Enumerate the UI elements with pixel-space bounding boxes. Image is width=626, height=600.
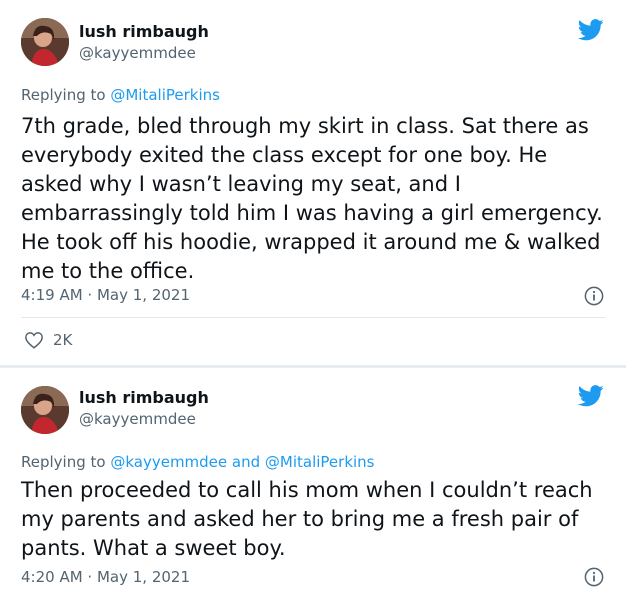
author-name[interactable]: lush rimbaugh (79, 22, 209, 41)
tweet-timestamp[interactable]: 4:19 AM · May 1, 2021 (21, 286, 190, 304)
mention-link[interactable]: @MitaliPerkins (110, 86, 220, 104)
reply-prefix: Replying to (21, 86, 111, 104)
author-name[interactable]: lush rimbaugh (79, 388, 209, 407)
meta-separator: · (82, 568, 97, 586)
avatar[interactable] (21, 386, 69, 434)
tweet-timestamp[interactable]: 4:20 AM · May 1, 2021 (21, 568, 190, 586)
tweet-card[interactable]: lush rimbaugh @kayyemmdee Replying to @M… (0, 0, 626, 365)
info-icon[interactable] (584, 567, 604, 587)
avatar[interactable] (21, 18, 69, 66)
mention-link[interactable]: @kayyemmdee and @MitaliPerkins (110, 453, 374, 471)
twitter-bird-icon[interactable] (578, 385, 604, 407)
heart-icon (25, 332, 43, 349)
like-button[interactable]: 2K (24, 330, 72, 350)
tweet-date: May 1, 2021 (96, 286, 191, 304)
tweet-text: 7th grade, bled through my skirt in clas… (21, 114, 603, 283)
tweet-card[interactable]: lush rimbaugh @kayyemmdee Replying to @k… (0, 368, 626, 600)
divider (21, 317, 605, 318)
tweet-text: Then proceeded to call his mom when I co… (21, 478, 593, 560)
meta-separator: · (82, 286, 97, 304)
tweet-time: 4:19 AM (21, 286, 83, 304)
reply-prefix: Replying to (21, 453, 111, 471)
author-handle[interactable]: @kayyemmdee (79, 410, 196, 428)
reply-context: Replying to @kayyemmdee and @MitaliPerki… (21, 453, 375, 471)
twitter-bird-icon[interactable] (578, 19, 604, 41)
info-icon[interactable] (584, 286, 604, 306)
like-count: 2K (53, 331, 73, 349)
reply-context: Replying to @MitaliPerkins (21, 86, 220, 104)
author-handle[interactable]: @kayyemmdee (79, 44, 196, 62)
tweet-time: 4:20 AM (21, 568, 83, 586)
tweet-date: May 1, 2021 (96, 568, 191, 586)
